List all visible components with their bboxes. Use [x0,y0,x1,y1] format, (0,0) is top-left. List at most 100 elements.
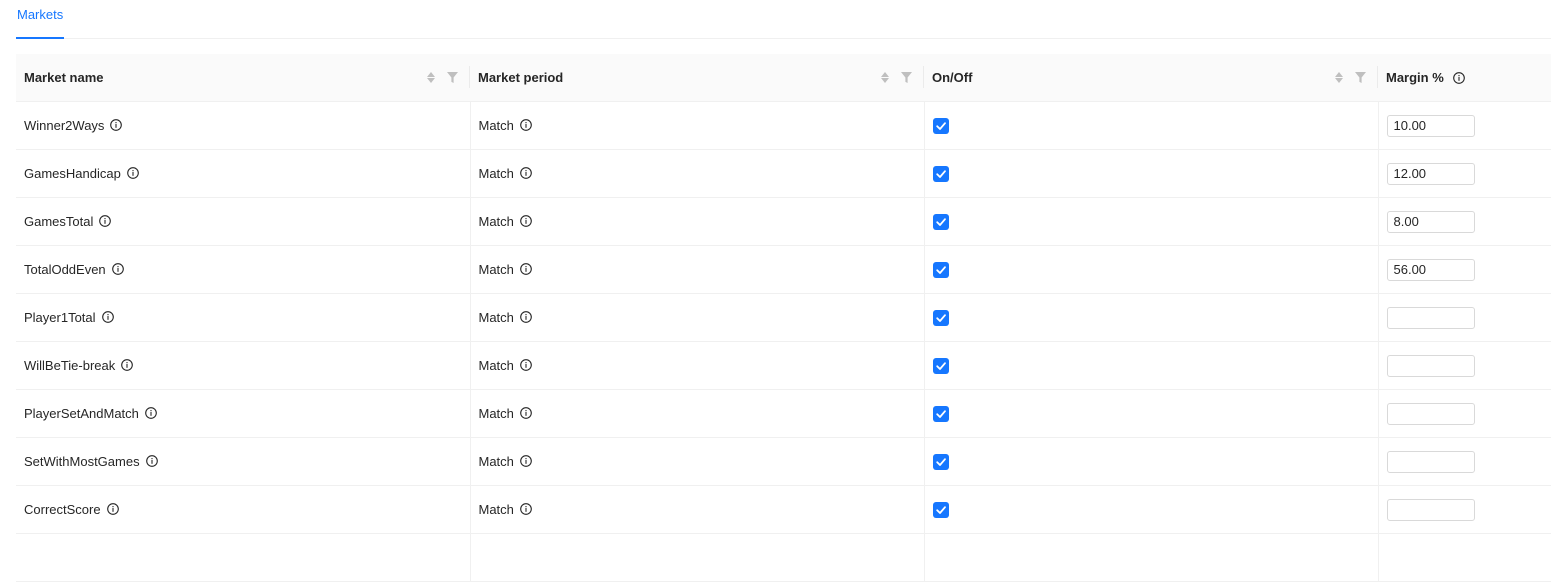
market-period-cell: Match [470,437,925,486]
table-row: TotalOddEven Match [16,245,1551,294]
market-name-cell: CorrectScore [16,485,471,534]
market-name-cell: TotalOddEven [16,245,471,294]
market-name: PlayerSetAndMatch [24,406,139,422]
table-row: PlayerSetAndMatch Match [16,389,1551,438]
info-circle-icon[interactable] [520,167,532,180]
info-circle-icon[interactable] [101,311,114,324]
checkmark-icon [935,170,946,178]
market-period-cell: Match [470,485,925,534]
margin-input[interactable] [1386,402,1475,425]
table-row: WillBeTie-break Match [16,341,1551,390]
enabled-checkbox[interactable] [932,357,949,374]
onoff-cell [924,341,1379,390]
margin-cell [1378,245,1551,294]
enabled-checkbox[interactable] [932,309,949,326]
enabled-checkbox[interactable] [932,117,949,134]
onoff-cell [924,245,1379,294]
market-period-cell: Match [470,197,925,246]
filter-icon[interactable] [901,72,912,83]
market-name-cell: Player1Total [16,293,471,342]
market-name-cell: GamesHandicap [16,149,471,198]
table-row: Winner2Ways Match [16,101,1551,150]
tabs-bar: Markets [16,0,1551,39]
market-period: Match [478,166,514,182]
enabled-checkbox[interactable] [932,405,949,422]
info-circle-icon[interactable] [99,215,112,228]
column-header-margin: Margin % [1378,54,1551,102]
info-circle-icon[interactable] [106,503,119,516]
checkmark-icon [935,410,946,418]
margin-input[interactable] [1386,210,1475,233]
market-name: SetWithMostGames [24,454,140,470]
column-header-market-name: Market name [16,54,470,102]
info-circle-icon[interactable] [145,407,157,420]
onoff-cell [924,197,1379,246]
market-name-cell: GamesTotal [16,197,471,246]
info-circle-icon[interactable] [520,311,532,324]
enabled-checkbox[interactable] [932,213,949,230]
margin-cell [1378,293,1551,342]
market-name-cell: PlayerSetAndMatch [16,389,471,438]
onoff-cell [924,437,1379,486]
market-period: Match [478,310,514,326]
sort-icon[interactable] [427,72,435,83]
enabled-checkbox[interactable] [932,165,949,182]
enabled-checkbox[interactable] [932,453,949,470]
enabled-checkbox[interactable] [932,501,949,518]
info-circle-icon[interactable] [520,407,532,420]
info-circle-icon[interactable] [126,167,139,180]
info-circle-icon[interactable] [111,263,124,276]
margin-input[interactable] [1386,498,1475,521]
checkmark-icon [935,122,946,130]
table-row: GamesHandicap Match [16,149,1551,198]
margin-input[interactable] [1386,114,1475,137]
margin-cell [1378,389,1551,438]
market-period: Match [478,214,514,230]
market-period: Match [478,454,514,470]
onoff-cell [924,101,1379,150]
margin-input[interactable] [1386,258,1475,281]
column-title: Market name [24,70,104,85]
column-header-onoff: On/Off [924,54,1378,102]
checkmark-icon [935,314,946,322]
filter-icon[interactable] [1355,72,1366,83]
tab-markets[interactable]: Markets [16,0,65,39]
filter-icon[interactable] [447,72,458,83]
info-circle-icon[interactable] [520,503,532,516]
checkmark-icon [935,266,946,274]
checkmark-icon [935,218,946,226]
info-circle-icon[interactable] [520,359,532,372]
column-title: On/Off [932,70,973,85]
onoff-cell [924,485,1379,534]
market-period: Match [478,502,514,518]
market-period: Match [478,406,514,422]
margin-input[interactable] [1386,306,1475,329]
info-circle-icon[interactable] [110,119,123,132]
margin-input[interactable] [1386,162,1475,185]
market-period-cell: Match [470,149,925,198]
market-name: GamesHandicap [24,166,121,182]
market-name: GamesTotal [24,214,94,230]
sort-icon[interactable] [1335,72,1343,83]
margin-input[interactable] [1386,354,1475,377]
market-period-cell: Match [470,293,925,342]
margin-cell [1378,485,1551,534]
info-circle-icon[interactable] [520,263,532,276]
info-circle-icon[interactable] [520,119,532,132]
sort-icon[interactable] [881,72,889,83]
onoff-cell [924,149,1379,198]
table-row: SetWithMostGames Match [16,437,1551,486]
market-name: Player1Total [24,310,96,326]
margin-cell [1378,197,1551,246]
info-circle-icon[interactable] [145,455,158,468]
enabled-checkbox[interactable] [932,261,949,278]
info-circle-icon[interactable] [520,215,532,228]
margin-cell [1378,341,1551,390]
info-circle-icon[interactable] [520,455,532,468]
margin-input[interactable] [1386,450,1475,473]
info-circle-icon[interactable] [121,359,134,372]
margin-cell [1378,149,1551,198]
info-circle-icon[interactable] [1453,72,1466,84]
column-title: Market period [478,70,564,85]
market-name: WillBeTie-break [24,358,116,374]
